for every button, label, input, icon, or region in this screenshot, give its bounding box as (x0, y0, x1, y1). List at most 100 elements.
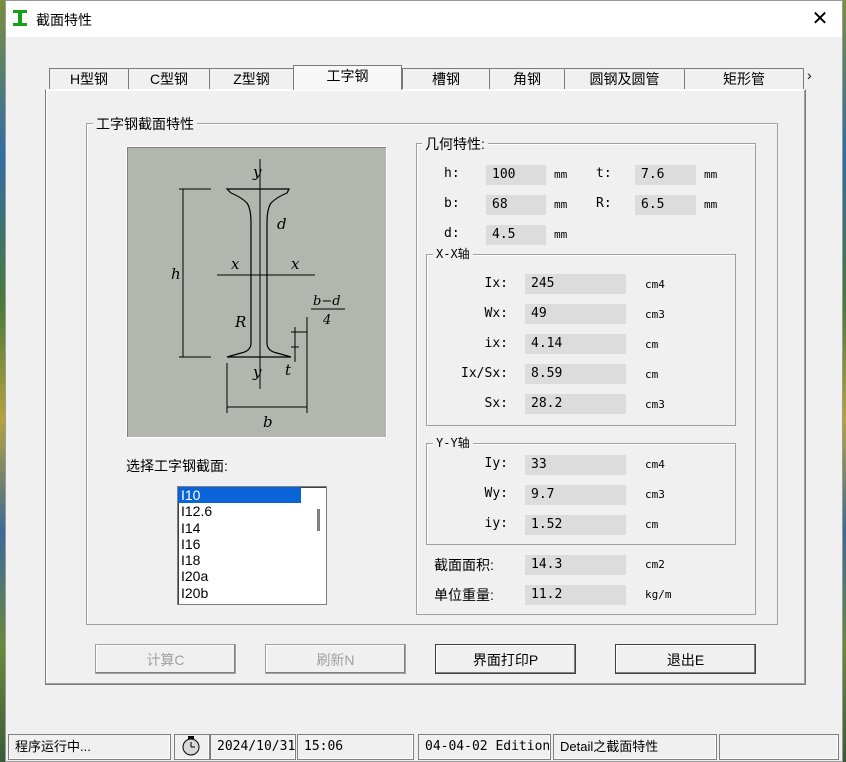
svg-text:.: . (139, 176, 140, 178)
d-label: d: (444, 226, 460, 241)
diagram-label-y-top: y (252, 163, 262, 181)
b-value: 68 (486, 195, 546, 215)
diagram-label-frac-den: 4 (322, 313, 331, 328)
xx-axis-title: X-X轴 (433, 245, 473, 262)
tab-i-beam[interactable]: 工字钢 (293, 65, 402, 90)
status-bar: 程序运行中... 2024/10/31 15:06 04-04-02 Editi… (6, 733, 842, 761)
h-value: 100 (486, 165, 546, 185)
ix-value: 245 (525, 274, 626, 294)
d-value: 4.5 (486, 225, 546, 245)
list-item[interactable]: I16 (178, 536, 326, 552)
t-unit: mm (704, 168, 718, 181)
diagram-label-b: b (263, 413, 273, 431)
ix-unit: cm4 (645, 278, 665, 291)
h-label: h: (444, 166, 460, 181)
area-label: 截面面积: (434, 557, 494, 573)
diagram-label-x-left: x (231, 255, 240, 273)
ix-sx-unit: cm (645, 368, 659, 381)
iy-radius-unit: cm (645, 518, 659, 531)
tab-h-steel[interactable]: H型钢 (49, 68, 129, 89)
status-empty (719, 734, 839, 760)
ix-label: Ix: (484, 276, 508, 291)
iy-radius-label: iy: (484, 516, 508, 531)
diagram-label-frac-num: b−d (313, 294, 341, 309)
exit-button[interactable]: 退出E (615, 644, 756, 674)
wy-label: Wy: (484, 486, 508, 501)
r-label: R: (596, 196, 612, 211)
tab-label: C型钢 (149, 71, 189, 87)
i-beam-diagram: . y y x x h d R t b b−d 4 (126, 146, 387, 438)
iy-value: 33 (525, 455, 626, 475)
yy-axis-title: Y-Y轴 (433, 434, 473, 451)
h-unit: mm (554, 168, 568, 181)
sx-value: 28.2 (525, 394, 626, 414)
tab-panel: 工字钢截面特性 . y y x x h d R t b b−d 4 选择工字钢截… (45, 89, 806, 685)
listbox-scrollbar[interactable] (317, 509, 320, 531)
list-item[interactable]: I20b (178, 585, 326, 601)
t-value: 7.6 (635, 165, 696, 185)
tab-round[interactable]: 圆钢及圆管 (564, 68, 685, 89)
tab-label: 矩形管 (723, 71, 765, 87)
iy-label: Iy: (484, 456, 508, 471)
tab-scroll-icon[interactable]: › (807, 67, 812, 83)
list-item[interactable]: I14 (178, 520, 326, 536)
list-item[interactable]: I10 (178, 487, 301, 504)
tab-label: 工字钢 (326, 68, 369, 84)
status-edition: 04-04-02 Edition (418, 734, 551, 760)
ix-sx-label: Ix/Sx: (461, 366, 508, 381)
title-bar: 截面特性 ✕ (6, 1, 842, 37)
wy-unit: cm3 (645, 488, 665, 501)
ix-radius-unit: cm (645, 338, 659, 351)
tab-c-steel[interactable]: C型钢 (128, 68, 210, 89)
close-icon: ✕ (811, 8, 829, 30)
wx-unit: cm3 (645, 308, 665, 321)
ix-sx-value: 8.59 (525, 364, 626, 384)
r-unit: mm (704, 198, 718, 211)
tab-z-steel[interactable]: Z型钢 (209, 68, 294, 89)
tab-label: 圆钢及圆管 (589, 71, 660, 87)
wx-value: 49 (525, 304, 626, 324)
diagram-label-x-right: x (291, 255, 300, 273)
list-item[interactable]: I20a (178, 568, 326, 584)
geometry-title: 几何特性: (422, 134, 488, 154)
select-section-label: 选择工字钢截面: (126, 458, 228, 474)
tab-label: 角钢 (513, 71, 541, 87)
wx-label: Wx: (484, 306, 508, 321)
weight-value: 11.2 (525, 585, 626, 605)
status-detail: Detail之截面特性 (553, 734, 717, 760)
list-item[interactable]: I12.6 (178, 503, 326, 519)
list-item[interactable]: I18 (178, 552, 326, 568)
tab-label: Z型钢 (233, 71, 270, 87)
dialog-window: 截面特性 ✕ H型钢 C型钢 Z型钢 工字钢 槽钢 角钢 圆钢及圆管 矩形管 ›… (5, 0, 843, 762)
tab-angle[interactable]: 角钢 (489, 68, 565, 89)
tab-rect-tube[interactable]: 矩形管 (684, 68, 804, 89)
diagram-label-d: d (277, 215, 287, 233)
r-value: 6.5 (635, 195, 696, 215)
ix-radius-value: 4.14 (525, 334, 626, 354)
iy-radius-value: 1.52 (525, 515, 626, 535)
iy-unit: cm4 (645, 458, 665, 471)
area-unit: cm2 (645, 558, 665, 571)
b-unit: mm (554, 198, 568, 211)
status-clock-icon (174, 734, 210, 760)
sx-label: Sx: (484, 396, 508, 411)
area-value: 14.3 (525, 555, 626, 575)
diagram-label-h: h (171, 265, 181, 283)
ix-radius-label: ix: (484, 336, 508, 351)
tab-channel[interactable]: 槽钢 (402, 68, 490, 89)
d-unit: mm (554, 228, 568, 241)
diagram-label-t: t (285, 361, 292, 379)
group-title: 工字钢截面特性 (93, 114, 197, 134)
tab-label: H型钢 (69, 71, 109, 87)
section-listbox[interactable]: I10 I12.6 I14 I16 I18 I20a I20b (177, 486, 327, 605)
tab-label: 槽钢 (432, 71, 460, 87)
close-button[interactable]: ✕ (804, 5, 836, 33)
diagram-label-r: R (234, 313, 246, 331)
calculate-button[interactable]: 计算C (95, 644, 236, 674)
refresh-button[interactable]: 刷新N (265, 644, 406, 674)
wy-value: 9.7 (525, 485, 626, 505)
status-date: 2024/10/31 (210, 734, 296, 760)
t-label: t: (596, 166, 612, 181)
print-button[interactable]: 界面打印P (435, 644, 576, 674)
b-label: b: (444, 196, 460, 211)
